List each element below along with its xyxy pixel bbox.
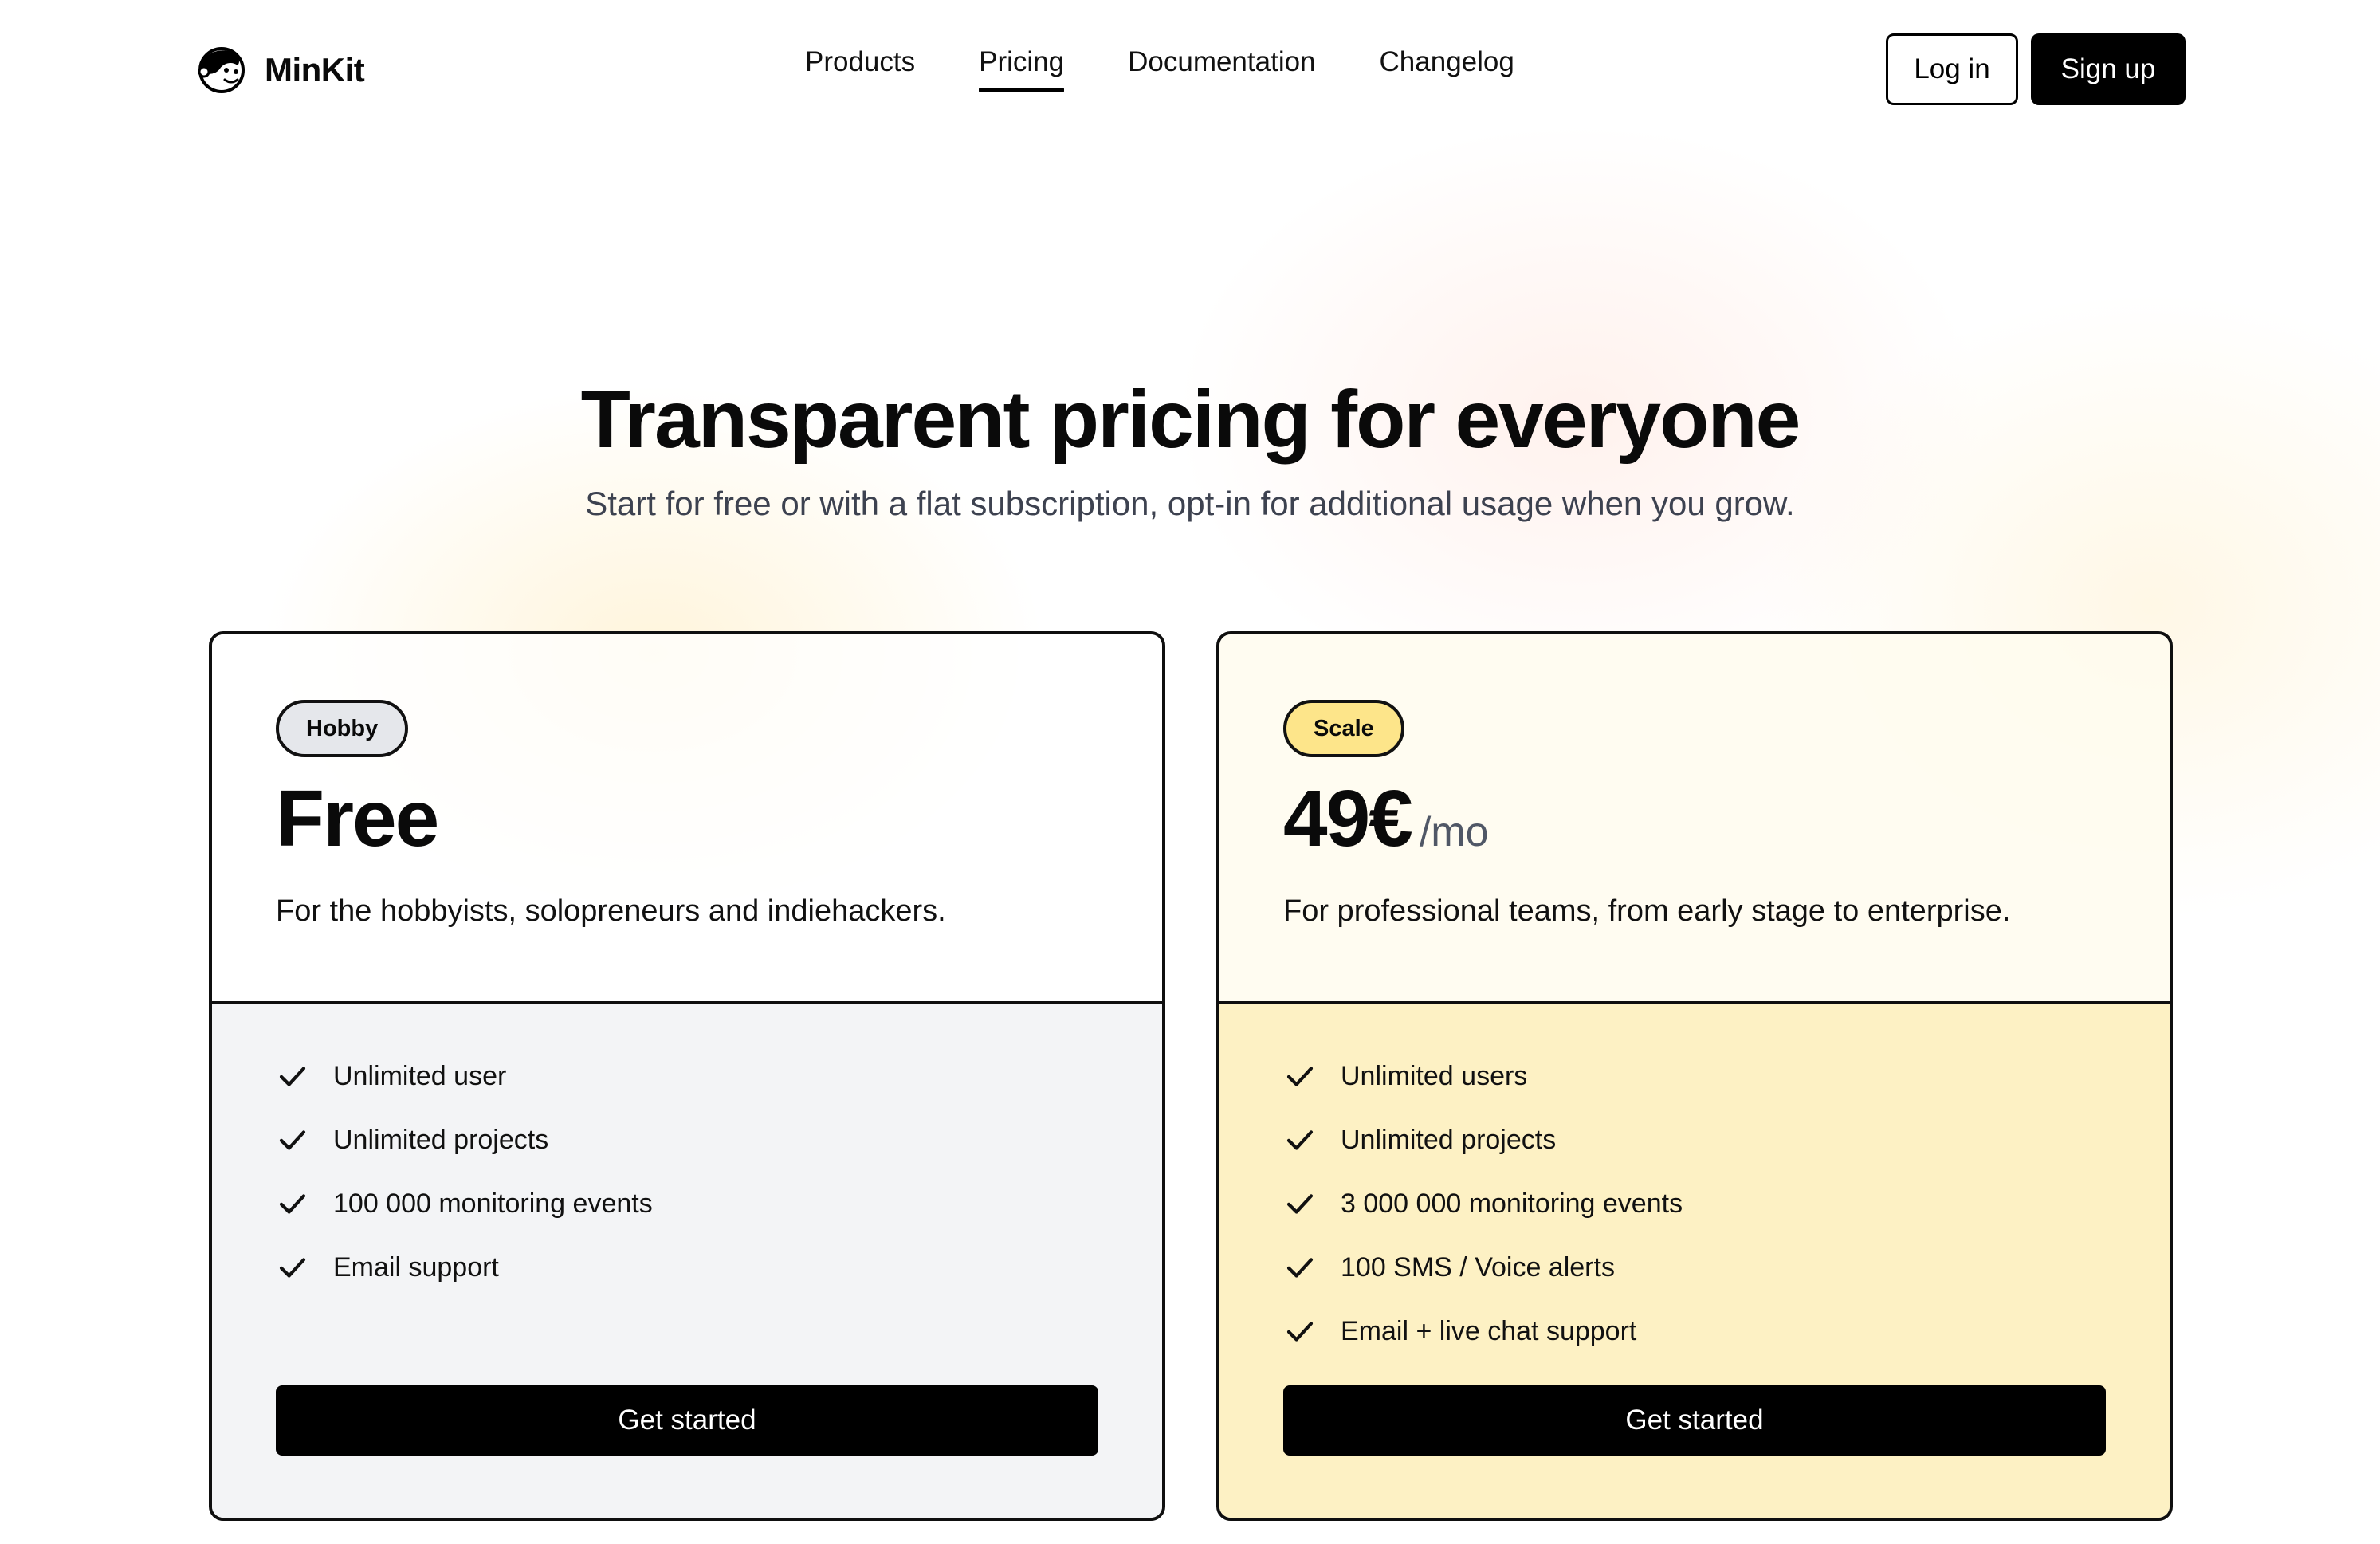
monkey-face-icon [198, 47, 245, 93]
check-icon [279, 1067, 306, 1086]
plan-description: For professional teams, from early stage… [1283, 894, 2011, 928]
signup-button[interactable]: Sign up [2031, 33, 2186, 105]
feature-item: Unlimited user [276, 1044, 653, 1108]
page-title: Transparent pricing for everyone [580, 374, 1801, 465]
plan-price: 49€ /mo [1283, 775, 1489, 862]
feature-list: Unlimited users Unlimited projects 3 000… [1283, 1044, 1683, 1363]
card-header: Scale 49€ /mo For professional teams, fr… [1219, 634, 2170, 1001]
main-nav: Products Pricing Documentation Changelog [805, 46, 1578, 92]
feature-item: Unlimited projects [276, 1108, 653, 1172]
card-header: Hobby Free For the hobbyists, solopreneu… [212, 634, 1162, 1001]
feature-item: 100 SMS / Voice alerts [1283, 1236, 1683, 1299]
check-icon [279, 1130, 306, 1150]
feature-label: Unlimited projects [1341, 1124, 1557, 1155]
card-features: Unlimited users Unlimited projects 3 000… [1219, 1001, 2170, 1518]
plan-badge: Hobby [276, 700, 409, 757]
check-icon [1286, 1322, 1314, 1342]
feature-label: Unlimited projects [333, 1124, 549, 1155]
pricing-card-scale: Scale 49€ /mo For professional teams, fr… [1216, 631, 2173, 1521]
nav-link-documentation[interactable]: Documentation [1128, 46, 1315, 92]
feature-list: Unlimited user Unlimited projects 100 00… [276, 1044, 653, 1299]
feature-label: 100 000 monitoring events [333, 1188, 653, 1219]
feature-item: Unlimited projects [1283, 1108, 1683, 1172]
plan-description: For the hobbyists, solopreneurs and indi… [276, 894, 946, 928]
plan-badge: Scale [1283, 700, 1404, 757]
feature-label: 100 SMS / Voice alerts [1341, 1251, 1615, 1283]
price-amount: 49€ [1283, 774, 1413, 863]
nav-link-products[interactable]: Products [805, 46, 915, 92]
plan-price: Free [276, 774, 439, 863]
get-started-button-hobby[interactable]: Get started [276, 1385, 1098, 1456]
login-button[interactable]: Log in [1886, 33, 2018, 105]
feature-item: 3 000 000 monitoring events [1283, 1172, 1683, 1236]
feature-label: Unlimited users [1341, 1060, 1528, 1091]
nav-link-changelog[interactable]: Changelog [1380, 46, 1514, 92]
feature-item: Email support [276, 1236, 653, 1299]
price-amount: Free [276, 774, 439, 863]
check-icon [279, 1258, 306, 1278]
feature-label: 3 000 000 monitoring events [1341, 1188, 1683, 1219]
feature-label: Email support [333, 1251, 499, 1283]
check-icon [1286, 1258, 1314, 1278]
brand-link[interactable]: MinKit [196, 45, 365, 96]
check-icon [1286, 1130, 1314, 1150]
pricing-card-hobby: Hobby Free For the hobbyists, solopreneu… [209, 631, 1165, 1521]
get-started-button-scale[interactable]: Get started [1283, 1385, 2106, 1456]
nav-link-pricing[interactable]: Pricing [979, 46, 1064, 92]
check-icon [1286, 1194, 1314, 1214]
brand-name: MinKit [265, 51, 365, 88]
card-features: Unlimited user Unlimited projects 100 00… [212, 1001, 1162, 1518]
feature-item: 100 000 monitoring events [276, 1172, 653, 1236]
page-subtitle: Start for free or with a flat subscripti… [585, 485, 1795, 522]
check-icon [279, 1194, 306, 1214]
price-period: /mo [1419, 809, 1489, 855]
feature-item: Email + live chat support [1283, 1299, 1683, 1363]
feature-item: Unlimited users [1283, 1044, 1683, 1108]
feature-label: Email + live chat support [1341, 1315, 1637, 1346]
site-header: MinKit Products Pricing Documentation Ch… [0, 0, 2380, 140]
feature-label: Unlimited user [333, 1060, 507, 1091]
check-icon [1286, 1067, 1314, 1086]
